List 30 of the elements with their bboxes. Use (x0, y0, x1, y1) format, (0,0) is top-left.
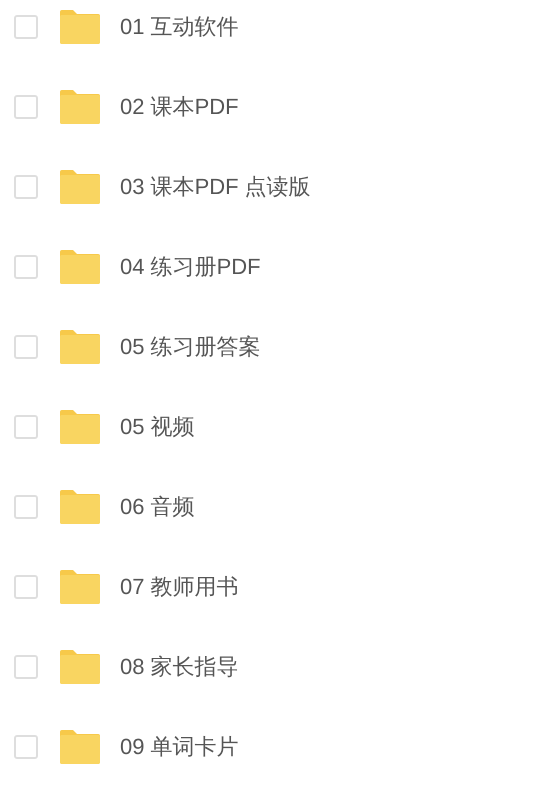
checkbox[interactable] (14, 655, 38, 679)
folder-name[interactable]: 08 家长指导 (120, 652, 239, 682)
folder-name[interactable]: 01 互动软件 (120, 12, 239, 42)
checkbox[interactable] (14, 415, 38, 439)
checkbox[interactable] (14, 95, 38, 119)
checkbox[interactable] (14, 175, 38, 199)
folder-icon (60, 650, 100, 684)
folder-name[interactable]: 02 课本PDF (120, 92, 239, 122)
folder-icon (60, 330, 100, 364)
folder-name[interactable]: 06 音频 (120, 492, 195, 522)
folder-icon (60, 570, 100, 604)
folder-name[interactable]: 09 单词卡片 (120, 732, 239, 762)
checkbox[interactable] (14, 335, 38, 359)
checkbox[interactable] (14, 495, 38, 519)
checkbox[interactable] (14, 15, 38, 39)
folder-icon (60, 490, 100, 524)
folder-icon (60, 410, 100, 444)
folder-name[interactable]: 07 教师用书 (120, 572, 239, 602)
folder-icon (60, 170, 100, 204)
folder-name[interactable]: 03 课本PDF 点读版 (120, 172, 311, 202)
folder-name[interactable]: 04 练习册PDF (120, 252, 261, 282)
folder-name[interactable]: 05 练习册答案 (120, 332, 261, 362)
checkbox[interactable] (14, 575, 38, 599)
checkbox[interactable] (14, 735, 38, 759)
folder-icon (60, 10, 100, 44)
folder-icon (60, 250, 100, 284)
checkbox[interactable] (14, 255, 38, 279)
folder-name[interactable]: 05 视频 (120, 412, 195, 442)
folder-icon (60, 730, 100, 764)
folder-icon (60, 90, 100, 124)
